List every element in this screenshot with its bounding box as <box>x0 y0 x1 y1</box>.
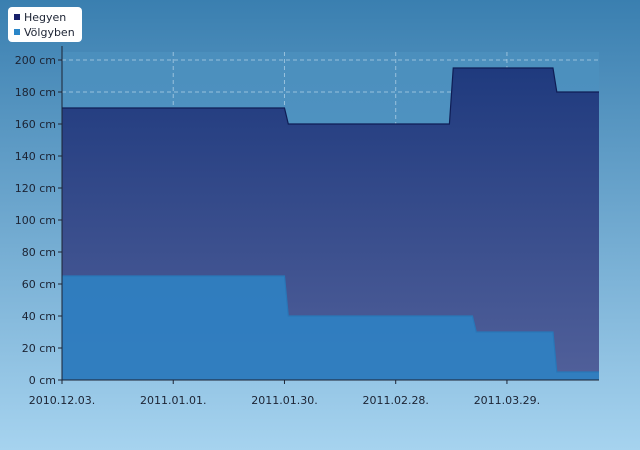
y-tick-label: 160 cm <box>15 118 56 131</box>
x-tick-label: 2011.03.29. <box>474 394 540 407</box>
legend: Hegyen Völgyben <box>8 7 82 42</box>
y-tick-label: 20 cm <box>22 342 56 355</box>
x-tick-label: 2010.12.03. <box>29 394 95 407</box>
legend-swatch-volgyben <box>14 29 20 35</box>
y-tick-label: 0 cm <box>29 374 56 387</box>
y-tick-label: 80 cm <box>22 246 56 259</box>
y-tick-label: 40 cm <box>22 310 56 323</box>
x-tick-label: 2011.02.28. <box>362 394 428 407</box>
chart: 0 cm 20 cm 40 cm 60 cm 80 cm 100 cm 120 cm 140 … <box>0 0 640 450</box>
y-tick-label: 140 cm <box>15 150 56 163</box>
y-tick-label: 180 cm <box>15 86 56 99</box>
y-tick-label: 100 cm <box>15 214 56 227</box>
legend-label-volgyben: Völgyben <box>24 26 75 39</box>
legend-swatch-hegyen <box>14 14 20 20</box>
y-tick-label: 60 cm <box>22 278 56 291</box>
chart-svg: 0 cm 20 cm 40 cm 60 cm 80 cm 100 cm 120 cm 140 … <box>0 0 640 450</box>
y-tick-label: 200 cm <box>15 54 56 67</box>
y-tick-label: 120 cm <box>15 182 56 195</box>
legend-label-hegyen: Hegyen <box>24 11 66 24</box>
x-tick-label: 2011.01.30. <box>251 394 317 407</box>
x-tick-label: 2011.01.01. <box>140 394 206 407</box>
